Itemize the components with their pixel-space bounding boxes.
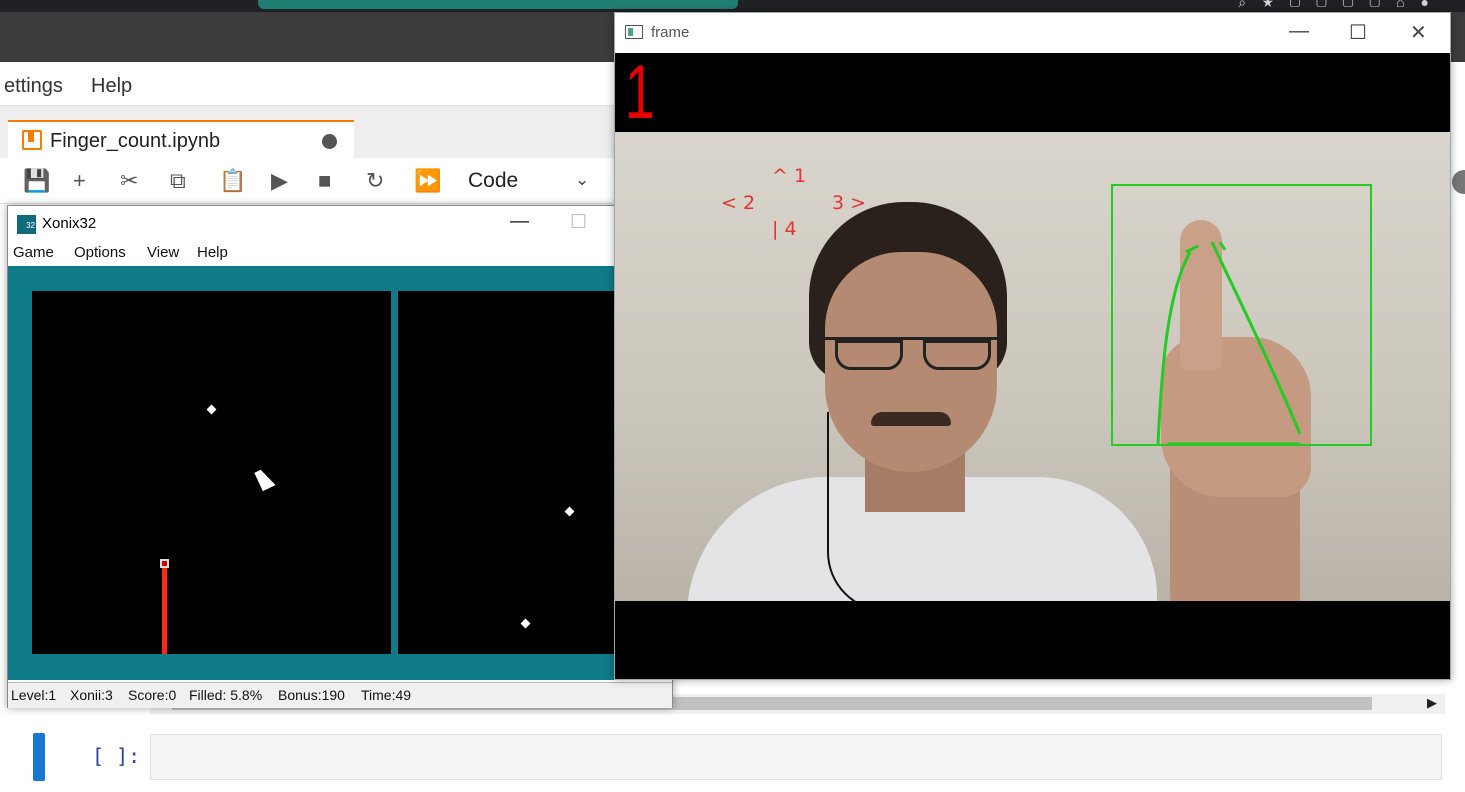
- status-bonus: Bonus:190: [278, 687, 345, 703]
- status-time: Time:49: [361, 687, 412, 703]
- webcam-feed: ^ 1 < 2 3 > | 4: [615, 132, 1450, 601]
- finger-count-label: 1: [625, 50, 655, 135]
- browser-active-tab[interactable]: [258, 0, 738, 9]
- menu-settings[interactable]: ettings: [4, 75, 63, 98]
- stop-icon[interactable]: ■: [318, 167, 331, 195]
- menu-help[interactable]: Help: [197, 244, 228, 261]
- direction-right-label: 3 >: [832, 192, 867, 214]
- chevron-down-icon[interactable]: ⌄: [575, 170, 589, 190]
- xonix-statusbar: Level:1 Xonii:3 Score:0 Filled: 5.8% Bon…: [8, 682, 672, 708]
- browser-top-bar: ⌕★▢▢▢▢⌂●: [0, 0, 1465, 12]
- frame-title: frame: [651, 24, 690, 41]
- jupyter-menubar: ettings Help: [0, 62, 620, 106]
- notebook-toolbar: 💾 + ✂ ⧉ 📋 ▶ ■ ↻ ⏩ Code ⌄: [0, 158, 612, 204]
- enemy-ball: [564, 506, 575, 517]
- menu-view[interactable]: View: [147, 244, 179, 261]
- notebook-icon: [22, 130, 42, 150]
- xonix-titlebar[interactable]: 32 Xonix32 — ☐ ✕: [8, 206, 672, 242]
- minimize-icon[interactable]: —: [510, 211, 529, 233]
- player-marker: [160, 559, 169, 568]
- restart-icon[interactable]: ↻: [366, 167, 384, 195]
- active-cell-marker[interactable]: [33, 733, 45, 781]
- person-glasses: [821, 337, 1001, 370]
- earphone-cable: [827, 412, 907, 601]
- xonix-title: Xonix32: [42, 215, 97, 232]
- frame-window: frame — ☐ ✕ 1 ^ 1 < 2 3 > | 4: [614, 12, 1451, 680]
- frame-app-icon: [625, 25, 643, 39]
- direction-left-label: < 2: [721, 192, 756, 214]
- unsaved-dot-icon[interactable]: [322, 134, 337, 149]
- save-icon[interactable]: 💾: [23, 167, 50, 195]
- minimize-icon[interactable]: —: [1289, 20, 1309, 43]
- mouse-cursor-icon: [254, 466, 276, 492]
- cell-prompt: [ ]:: [92, 744, 141, 768]
- maximize-icon[interactable]: ☐: [570, 211, 587, 234]
- scroll-right-icon[interactable]: ▶: [1427, 695, 1437, 711]
- browser-toolbar-icons[interactable]: ⌕★▢▢▢▢⌂●: [1238, 0, 1445, 11]
- xonix-app-icon: 32: [17, 215, 36, 234]
- paste-icon[interactable]: 📋: [219, 167, 246, 195]
- cell-type-select[interactable]: Code: [468, 169, 518, 193]
- fast-forward-icon[interactable]: ⏩: [414, 167, 441, 195]
- frame-titlebar[interactable]: frame — ☐ ✕: [615, 13, 1450, 53]
- status-xonii: Xonii:3: [70, 687, 113, 703]
- unfilled-area-left: [32, 291, 391, 654]
- roi-rectangle: [1111, 184, 1372, 446]
- close-icon[interactable]: ✕: [1410, 20, 1427, 45]
- notebook-tabbar: Finger_count.ipynb: [0, 106, 620, 164]
- frame-bottom-bar: [615, 601, 1450, 679]
- notebook-tab-label: Finger_count.ipynb: [50, 130, 221, 152]
- enemy-ball: [206, 404, 217, 415]
- run-icon[interactable]: ▶: [271, 167, 288, 195]
- copy-icon[interactable]: ⧉: [170, 167, 186, 195]
- unfilled-area-right: [398, 291, 647, 654]
- status-score: Score:0: [128, 687, 177, 703]
- direction-down-label: | 4: [772, 218, 797, 240]
- xonix-game-board[interactable]: [8, 266, 673, 680]
- menu-help[interactable]: Help: [91, 75, 132, 98]
- player-trail: [162, 565, 167, 654]
- xonix-window: 32 Xonix32 — ☐ ✕ Game Options View Help …: [7, 205, 673, 708]
- code-cell: [ ]:: [0, 730, 1465, 792]
- direction-up-label: ^ 1: [772, 165, 807, 187]
- menu-game[interactable]: Game: [13, 244, 54, 261]
- enemy-ball: [520, 618, 531, 629]
- add-cell-icon[interactable]: +: [73, 167, 86, 195]
- maximize-icon[interactable]: ☐: [1349, 20, 1367, 45]
- status-filled: Filled: 5.8%: [189, 687, 263, 703]
- xonix-menubar: Game Options View Help: [8, 242, 672, 266]
- code-cell-input[interactable]: [150, 734, 1442, 780]
- cut-icon[interactable]: ✂: [120, 167, 138, 195]
- menu-options[interactable]: Options: [74, 244, 126, 261]
- status-level: Level:1: [11, 687, 57, 703]
